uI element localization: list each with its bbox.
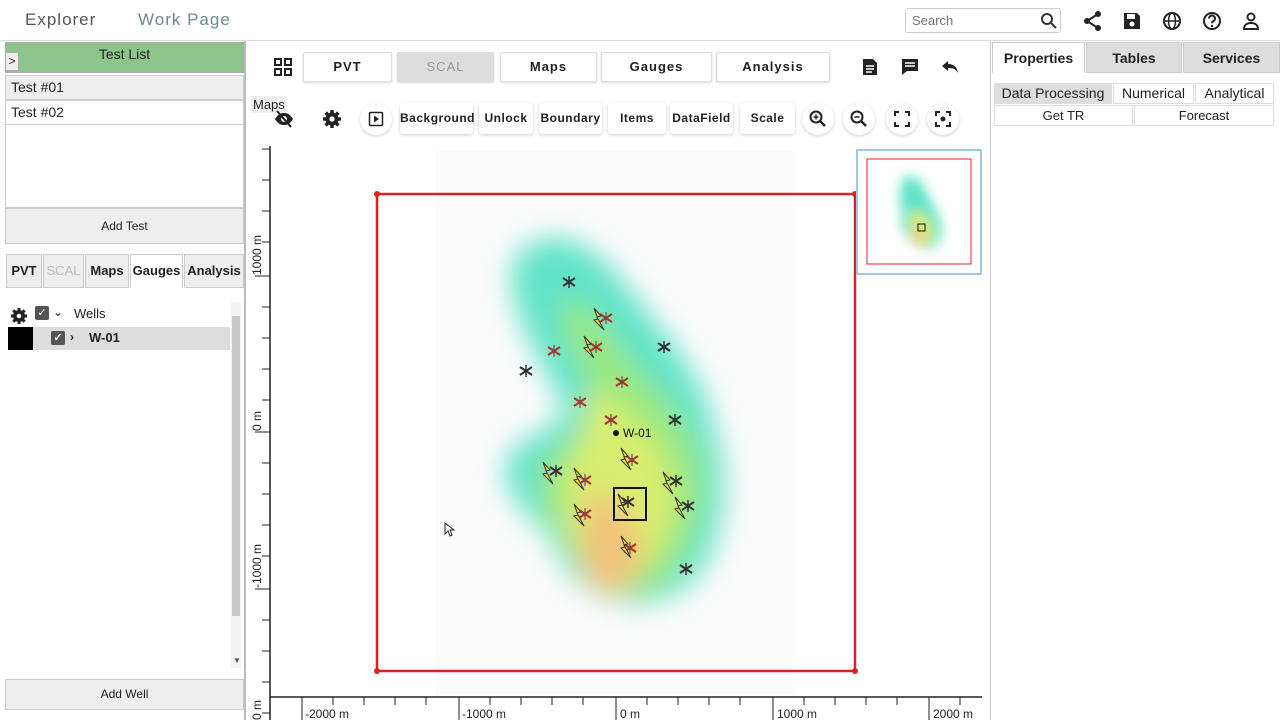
tab-services[interactable]: Services (1183, 42, 1280, 73)
center-tab-scal[interactable]: SCAL (397, 52, 494, 82)
well-w01-marker[interactable] (613, 430, 619, 436)
center-icon (935, 111, 951, 127)
search-input[interactable] (906, 9, 1034, 32)
minimap[interactable] (856, 149, 982, 275)
x-tick-label: 0 m (620, 707, 640, 720)
gear-icon[interactable] (10, 307, 28, 325)
document-icon[interactable] (859, 56, 881, 78)
map-canvas[interactable]: W-01 1000 m 0 m -1000 m -2000 m -2000 m … (249, 146, 982, 720)
boundary-button[interactable]: Boundary (539, 103, 602, 134)
y-tick-label: 1000 m (250, 235, 264, 275)
tree-wells-row[interactable]: ✓ ⌄ Wells (8, 305, 230, 325)
undo-icon[interactable] (939, 56, 961, 78)
well-checkbox[interactable]: ✓ (51, 331, 65, 345)
scroll-down-icon[interactable]: ▼ (233, 656, 241, 665)
zoom-out-button[interactable] (843, 103, 875, 135)
wells-checkbox[interactable]: ✓ (35, 306, 49, 320)
boundary-handle[interactable] (374, 668, 380, 674)
well-w01-label: W-01 (623, 426, 652, 440)
subtab-data-processing[interactable]: Data Processing (994, 83, 1112, 104)
x-tick-label: 1000 m (777, 707, 817, 720)
help-icon[interactable] (1201, 10, 1223, 32)
test-item[interactable]: Test #01 (5, 75, 244, 100)
y-tick-label: 0 m (250, 411, 264, 431)
y-tick-label: -1000 m (250, 544, 264, 588)
tab-properties[interactable]: Properties (992, 42, 1085, 73)
comment-icon[interactable] (899, 56, 921, 78)
zoom-out-icon (850, 110, 867, 127)
center-tab-maps[interactable]: Maps (500, 52, 597, 82)
boundary-handle[interactable] (852, 668, 858, 674)
chevron-right-icon[interactable]: › (70, 330, 74, 344)
x-tick-label: -2000 m (305, 707, 349, 720)
subtab-numerical[interactable]: Numerical (1113, 83, 1194, 104)
save-icon[interactable] (1121, 10, 1143, 32)
boundary-handle[interactable] (374, 191, 380, 197)
background-button[interactable]: Background (400, 103, 475, 134)
subtab-analytical[interactable]: Analytical (1195, 83, 1274, 104)
zoom-in-icon (809, 110, 826, 127)
collapse-button[interactable]: > (5, 52, 19, 71)
zoom-in-button[interactable] (802, 103, 834, 135)
center-tab-analysis[interactable]: Analysis (716, 52, 830, 82)
left-tab-maps[interactable]: Maps (85, 254, 129, 288)
x-tick-label: 2000 m (933, 707, 973, 720)
center-tab-pvt[interactable]: PVT (303, 52, 392, 82)
x-tick-label: -1000 m (462, 707, 506, 720)
share-icon[interactable] (1082, 10, 1104, 32)
tab-work-page[interactable]: Work Page (138, 10, 231, 30)
tree-wells-label: Wells (74, 306, 106, 321)
test-list-header: Test List (5, 42, 244, 73)
grid-icon[interactable] (272, 56, 294, 78)
left-tab-gauges[interactable]: Gauges (130, 254, 183, 288)
right-panel (990, 41, 1280, 720)
eye-off-icon[interactable] (273, 109, 295, 129)
left-tab-pvt[interactable]: PVT (6, 254, 42, 288)
test-item[interactable]: Test #02 (5, 100, 244, 125)
tree-scrollbar-thumb[interactable] (232, 316, 240, 616)
left-tab-analysis[interactable]: Analysis (184, 254, 244, 288)
center-tab-gauges[interactable]: Gauges (601, 52, 712, 82)
well-color-swatch[interactable] (8, 327, 33, 350)
globe-icon[interactable] (1161, 10, 1183, 32)
subtab-forecast[interactable]: Forecast (1134, 105, 1274, 126)
subtab-get-tr[interactable]: Get TR (994, 105, 1133, 126)
play-button[interactable] (360, 103, 392, 135)
fit-button[interactable] (886, 103, 918, 135)
center-button[interactable] (927, 103, 959, 135)
add-well-button[interactable]: Add Well (5, 679, 244, 710)
tree-well-row[interactable]: ✓ › W-01 (8, 327, 230, 350)
scale-button[interactable]: Scale (740, 103, 795, 134)
left-tab-scal[interactable]: SCAL (43, 254, 84, 288)
chevron-down-icon[interactable]: ⌄ (53, 305, 63, 319)
tab-explorer[interactable]: Explorer (25, 10, 96, 30)
tab-tables[interactable]: Tables (1086, 42, 1182, 73)
add-test-button[interactable]: Add Test (5, 208, 244, 244)
settings-gear-icon[interactable] (321, 108, 343, 130)
datafield-button[interactable]: DataField (670, 103, 733, 134)
items-button[interactable]: Items (608, 103, 666, 134)
y-tick-label: -2000 m (250, 700, 264, 720)
fit-icon (894, 111, 910, 127)
test-list-body (5, 124, 244, 208)
unlock-button[interactable]: Unlock (479, 103, 533, 134)
user-icon[interactable] (1240, 10, 1262, 32)
tree-well-label: W-01 (89, 330, 120, 345)
play-icon (368, 111, 384, 127)
search-box[interactable] (905, 8, 1061, 33)
search-icon[interactable] (1040, 12, 1058, 30)
